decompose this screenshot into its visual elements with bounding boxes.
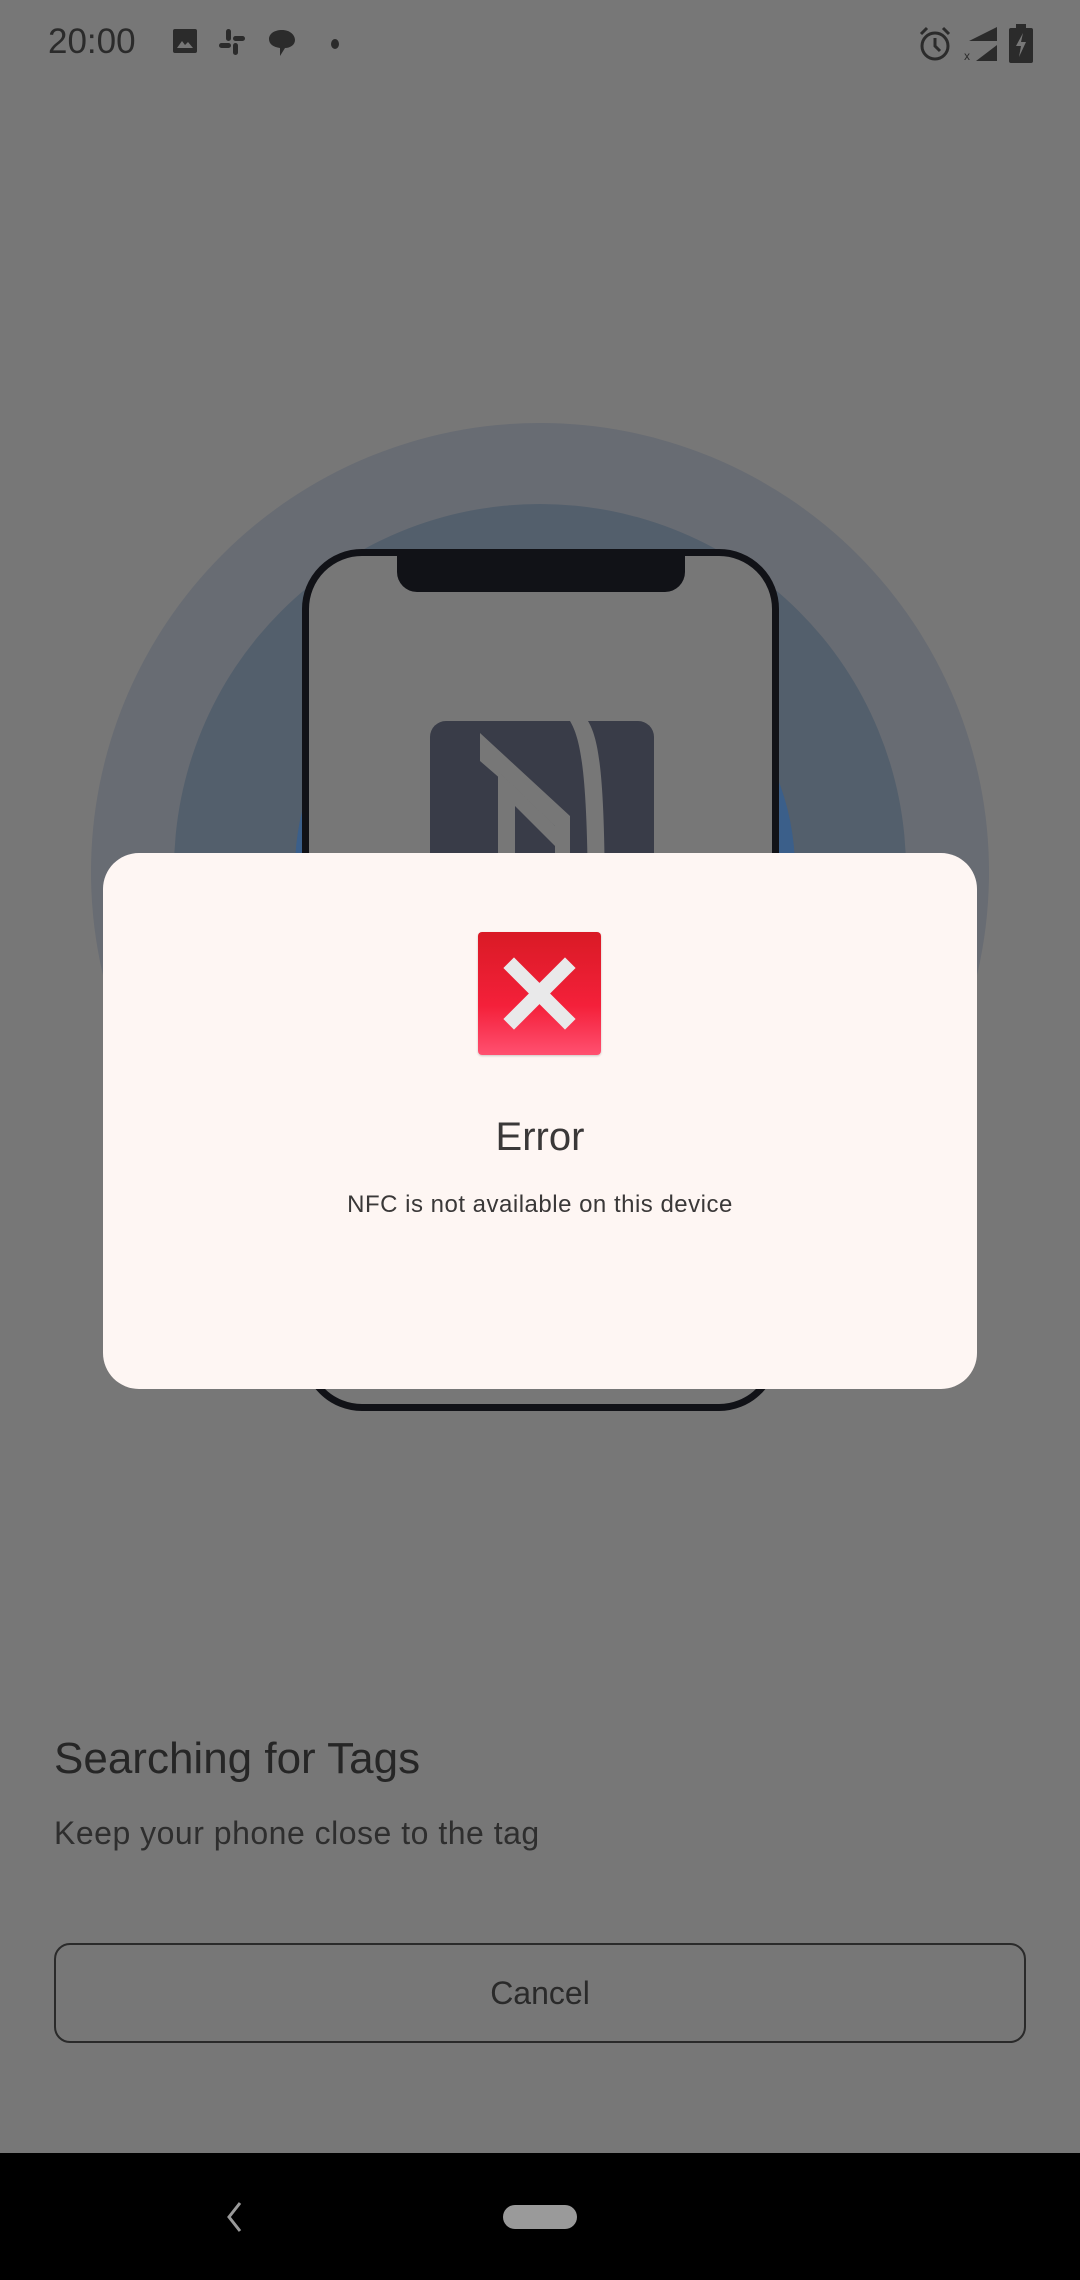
dialog-title: Error (495, 1115, 585, 1159)
status-bar: 20:00 x (0, 0, 1080, 90)
phone-notch (397, 549, 685, 592)
error-dialog: Error NFC is not available on this devic… (103, 853, 977, 1389)
back-chevron-icon[interactable] (224, 2199, 244, 2235)
status-time: 20:00 (48, 22, 136, 61)
chat-bubble-icon (269, 30, 295, 56)
battery-charging-icon (1009, 24, 1033, 63)
page-subtitle: Keep your phone close to the tag (54, 1815, 540, 1851)
slack-icon (219, 29, 245, 55)
svg-text:x: x (964, 49, 970, 62)
dot-icon (331, 39, 339, 49)
home-pill-icon[interactable] (503, 2205, 577, 2229)
page-title: Searching for Tags (54, 1734, 421, 1783)
dialog-message: NFC is not available on this device (347, 1191, 733, 1218)
error-x-icon (478, 932, 601, 1055)
navigation-bar (0, 2153, 1080, 2280)
image-icon (173, 29, 197, 53)
signal-no-data-icon: x (964, 27, 997, 62)
cancel-button[interactable]: Cancel (54, 1943, 1026, 2043)
alarm-icon (919, 26, 951, 61)
